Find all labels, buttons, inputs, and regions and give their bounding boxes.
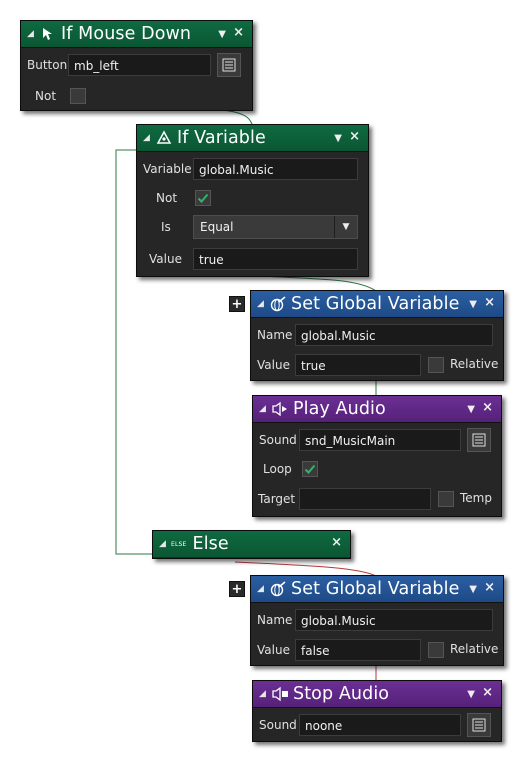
relative-label: Relative xyxy=(450,357,499,371)
checkmark-icon xyxy=(304,464,316,474)
collapse-triangle-icon[interactable]: ◢ xyxy=(259,689,269,699)
stop-audio-block[interactable]: ◢ Stop Audio ▼ × Sound noone xyxy=(252,680,502,742)
if-variable-header[interactable]: ◢ If Variable ▼ × xyxy=(137,125,368,152)
asset-picker-button[interactable] xyxy=(217,53,241,77)
dropdown-arrow-icon[interactable]: ▼ xyxy=(469,584,477,595)
block-title: If Variable xyxy=(177,128,266,148)
relative-label: Relative xyxy=(450,642,499,656)
list-icon xyxy=(472,718,486,732)
collapse-triangle-icon[interactable]: ◢ xyxy=(27,29,37,39)
if-mouse-down-block[interactable]: ◢ If Mouse Down ▼ × Button mb_left Not xyxy=(20,20,253,111)
relative-checkbox[interactable] xyxy=(428,357,444,373)
set-global-variable-block-1[interactable]: ◢ Set Global Variable ▼ × Name global.Mu… xyxy=(250,290,504,381)
value-label: Value xyxy=(149,252,182,266)
collapse-triangle-icon[interactable]: ◢ xyxy=(257,584,267,594)
set-global-variable-header[interactable]: ◢ Set Global Variable ▼ × xyxy=(251,291,503,318)
loop-label: Loop xyxy=(263,462,292,476)
dropdown-arrow-icon[interactable]: ▼ xyxy=(469,299,477,310)
sound-label: Sound xyxy=(259,718,297,732)
else-block[interactable]: ◢ ELSE Else × xyxy=(152,530,351,559)
set-global-variable-block-2[interactable]: ◢ Set Global Variable ▼ × Name global.Mu… xyxy=(250,575,504,666)
block-title: Set Global Variable xyxy=(291,579,460,599)
value-label: Value xyxy=(257,643,290,657)
target-label: Target xyxy=(258,492,296,506)
value-field[interactable]: false xyxy=(295,639,421,661)
list-icon xyxy=(472,433,486,447)
collapse-triangle-icon[interactable]: ◢ xyxy=(259,404,269,414)
speaker-stop-icon xyxy=(271,685,289,703)
is-select-value: Equal xyxy=(200,220,234,234)
chevron-down-icon[interactable]: ▼ xyxy=(334,216,357,238)
button-field[interactable]: mb_left xyxy=(68,54,211,76)
block-title: Set Global Variable xyxy=(291,294,460,314)
else-tag-icon: ELSE xyxy=(171,540,187,548)
collapse-triangle-icon[interactable]: ◢ xyxy=(159,539,169,549)
close-icon[interactable]: × xyxy=(349,129,360,144)
variable-branch-icon xyxy=(155,129,173,147)
is-label: Is xyxy=(161,220,171,234)
globe-icon xyxy=(269,580,287,598)
play-audio-header[interactable]: ◢ Play Audio ▼ × xyxy=(253,396,501,423)
block-title: Stop Audio xyxy=(293,684,390,704)
dropdown-arrow-icon[interactable]: ▼ xyxy=(334,133,342,144)
else-header[interactable]: ◢ ELSE Else × xyxy=(153,531,350,557)
name-label: Name xyxy=(257,328,293,342)
dropdown-arrow-icon[interactable]: ▼ xyxy=(467,689,475,700)
set-global-variable-header[interactable]: ◢ Set Global Variable ▼ × xyxy=(251,576,503,603)
not-checkbox[interactable] xyxy=(70,88,86,104)
list-icon xyxy=(222,58,236,72)
target-field[interactable] xyxy=(299,488,431,510)
expand-plus-button[interactable]: + xyxy=(229,581,245,597)
close-icon[interactable]: × xyxy=(331,535,342,550)
stop-audio-header[interactable]: ◢ Stop Audio ▼ × xyxy=(253,681,501,708)
block-title: Play Audio xyxy=(293,399,386,419)
asset-picker-button[interactable] xyxy=(467,428,491,452)
not-label: Not xyxy=(156,191,178,205)
asset-picker-button[interactable] xyxy=(467,713,491,737)
temp-checkbox[interactable] xyxy=(438,491,454,507)
button-label: Button xyxy=(27,58,68,72)
close-icon[interactable]: × xyxy=(484,295,495,310)
checkmark-icon xyxy=(197,193,209,203)
name-field[interactable]: global.Music xyxy=(295,324,493,346)
relative-checkbox[interactable] xyxy=(428,642,444,658)
expand-plus-button[interactable]: + xyxy=(229,296,245,312)
name-field[interactable]: global.Music xyxy=(295,609,493,631)
block-title: Else xyxy=(192,534,229,554)
sound-field[interactable]: noone xyxy=(299,714,461,736)
value-field[interactable]: true xyxy=(295,354,421,376)
close-icon[interactable]: × xyxy=(484,580,495,595)
block-title: If Mouse Down xyxy=(61,24,192,44)
is-select[interactable]: Equal ▼ xyxy=(193,215,358,239)
if-variable-block[interactable]: ◢ If Variable ▼ × Variable global.Music … xyxy=(136,124,369,277)
close-icon[interactable]: × xyxy=(482,685,493,700)
collapse-triangle-icon[interactable]: ◢ xyxy=(257,299,267,309)
value-label: Value xyxy=(257,358,290,372)
not-checkbox[interactable] xyxy=(195,190,211,206)
collapse-triangle-icon[interactable]: ◢ xyxy=(143,133,153,143)
if-mouse-down-header[interactable]: ◢ If Mouse Down ▼ × xyxy=(21,21,252,48)
speaker-play-icon xyxy=(271,400,289,418)
variable-label: Variable xyxy=(143,162,192,176)
globe-icon xyxy=(269,295,287,313)
value-field[interactable]: true xyxy=(193,248,358,270)
play-audio-block[interactable]: ◢ Play Audio ▼ × Sound snd_MusicMain Loo… xyxy=(252,395,502,517)
mouse-icon xyxy=(39,25,57,43)
temp-label: Temp xyxy=(460,491,492,505)
sound-label: Sound xyxy=(259,433,297,447)
close-icon[interactable]: × xyxy=(482,400,493,415)
loop-checkbox[interactable] xyxy=(302,461,318,477)
name-label: Name xyxy=(257,613,293,627)
close-icon[interactable]: × xyxy=(233,25,244,40)
sound-field[interactable]: snd_MusicMain xyxy=(299,429,461,451)
dropdown-arrow-icon[interactable]: ▼ xyxy=(467,404,475,415)
not-label: Not xyxy=(35,89,57,103)
variable-field[interactable]: global.Music xyxy=(193,158,358,180)
dropdown-arrow-icon[interactable]: ▼ xyxy=(218,29,226,40)
